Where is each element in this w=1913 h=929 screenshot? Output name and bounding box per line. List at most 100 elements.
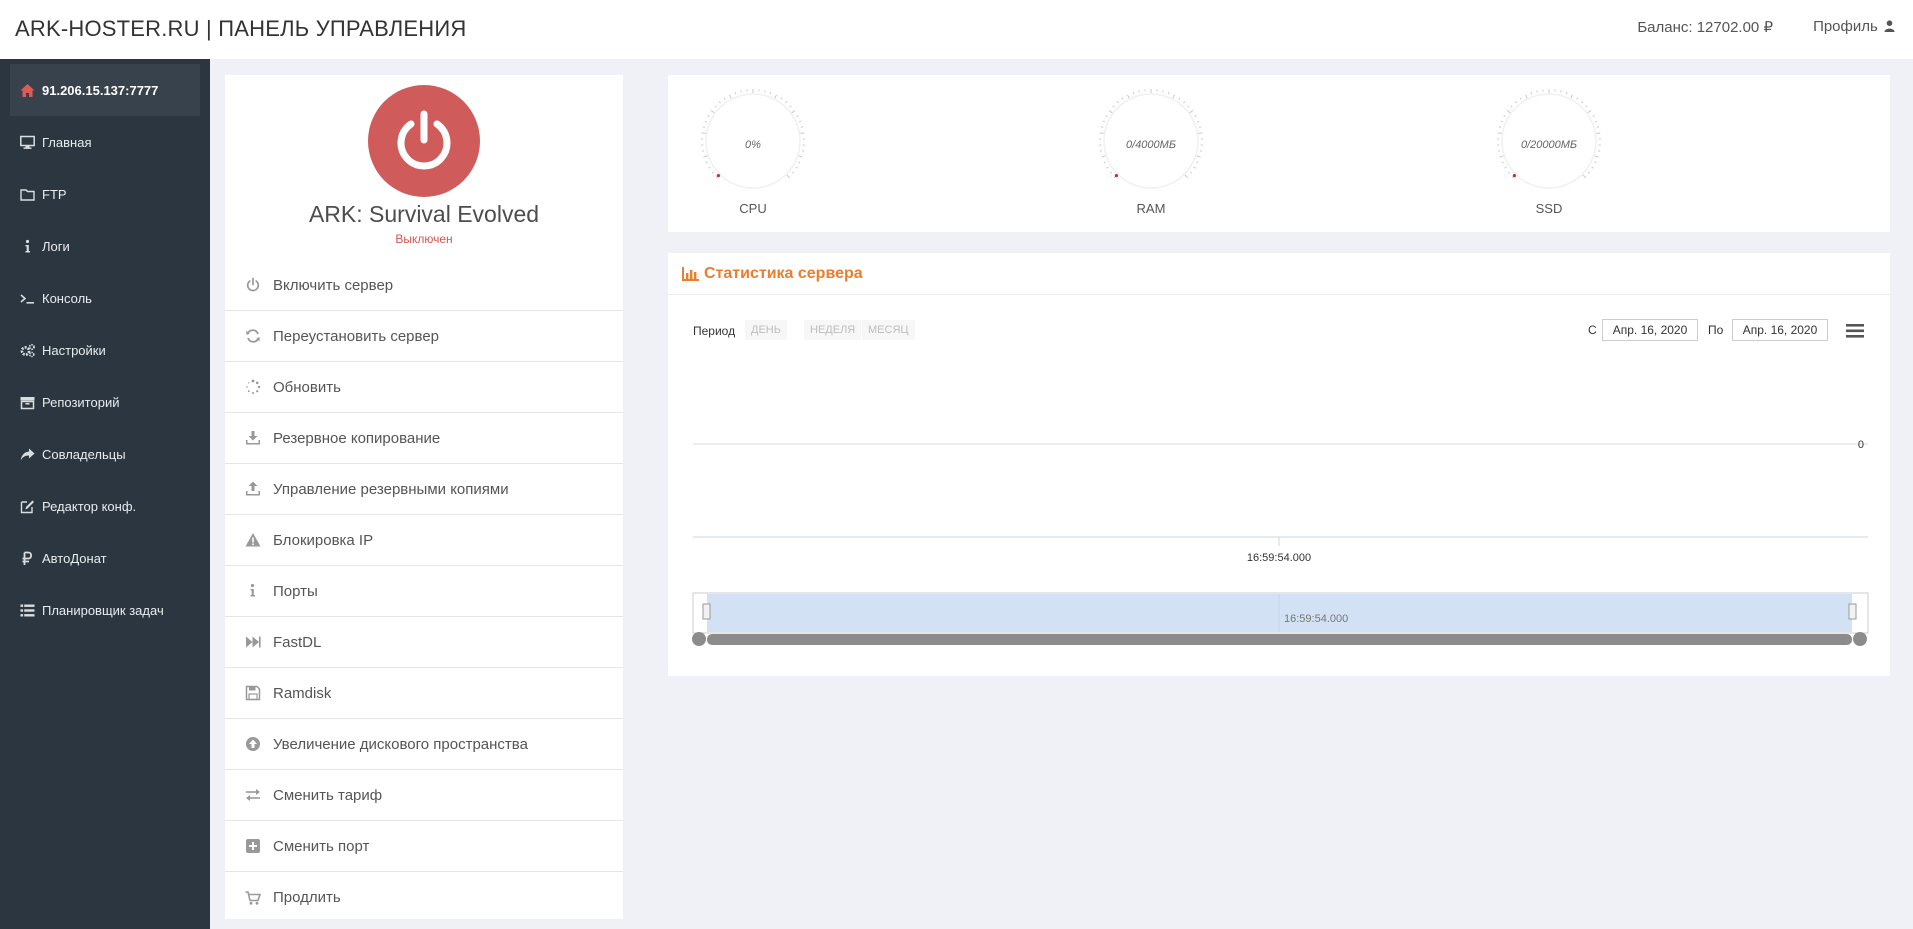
ruble-icon <box>22 551 33 565</box>
server-actions-menu: Включить сервер Переустановить сервер Об… <box>225 260 623 923</box>
menu-item-fastdl[interactable]: FastDL <box>225 617 623 668</box>
sidebar-item-home[interactable]: Главная <box>10 116 200 168</box>
resource-gauges-panel: 0% CPU 0/4000МБ RAM 0/20000МБ SSD <box>668 75 1890 232</box>
scrollbar-right-arrow[interactable] <box>1853 632 1867 646</box>
from-date-input[interactable]: Апр. 16, 2020 <box>1602 319 1698 341</box>
sidebar-item-label: АвтоДонат <box>42 550 107 566</box>
menu-item-ramdisk[interactable]: Ramdisk <box>225 668 623 719</box>
user-icon <box>1884 20 1895 32</box>
menu-item-label: Резервное копирование <box>273 429 441 447</box>
profile-menu[interactable]: Профиль <box>1813 18 1895 35</box>
gears-icon <box>20 343 35 357</box>
sidebar-item-label: 91.206.15.137:7777 <box>42 82 159 98</box>
menu-item-change-port[interactable]: Сменить порт <box>225 821 623 872</box>
sidebar-item-label: FTP <box>42 186 67 202</box>
to-label: По <box>1708 323 1724 337</box>
menu-item-renew[interactable]: Продлить <box>225 872 623 923</box>
gauge-needle <box>716 174 720 178</box>
gauge-value: 0/20000МБ <box>1520 139 1578 151</box>
menu-item-label: Управление резервными копиями <box>273 480 509 498</box>
bar-chart-icon <box>682 267 699 281</box>
stats-chart: 0 16:59:54.000 16:59:54.000 <box>692 439 1869 646</box>
menu-item-disk-space[interactable]: Увеличение дискового пространства <box>225 719 623 770</box>
info-icon <box>250 583 255 597</box>
menu-item-backup[interactable]: Резервное копирование <box>225 413 623 464</box>
menu-item-label: Продлить <box>273 889 341 906</box>
gauge-value: 0/4000МБ <box>1126 139 1176 151</box>
monitor-icon <box>20 135 35 149</box>
menu-item-label: Ramdisk <box>273 684 332 702</box>
archive-icon <box>20 396 35 409</box>
navigator-right-handle[interactable] <box>1848 603 1857 620</box>
plus-square-icon <box>246 839 260 853</box>
sidebar-item-task-scheduler[interactable]: Планировщик задач <box>10 584 200 636</box>
sidebar-item-co-owners[interactable]: Совладельцы <box>10 428 200 480</box>
sidebar-item-console[interactable]: Консоль <box>10 272 200 324</box>
gauge-label: CPU <box>739 201 767 216</box>
period-label: Период <box>693 324 736 338</box>
navigator-left-handle[interactable] <box>702 603 711 620</box>
sidebar-item-config-editor[interactable]: Редактор конф. <box>10 480 200 532</box>
stats-header: Статистика сервера <box>668 253 1890 295</box>
refresh-icon <box>246 329 260 343</box>
menu-item-ip-block[interactable]: Блокировка IP <box>225 515 623 566</box>
menu-item-label: Включить сервер <box>273 276 394 294</box>
menu-item-label: Обновить <box>273 378 341 396</box>
gauge-ssd: 0/20000МБ SSD <box>1489 85 1609 225</box>
exchange-icon <box>246 789 260 801</box>
sidebar-item-label: Логи <box>42 238 70 254</box>
top-bar: ARK-HOSTER.RU | ПАНЕЛЬ УПРАВЛЕНИЯ Баланс… <box>0 0 1913 59</box>
gauge-value: 0% <box>745 139 761 151</box>
sidebar-item-settings[interactable]: Настройки <box>10 324 200 376</box>
navigator-label: 16:59:54.000 <box>1284 613 1348 625</box>
upload-icon <box>246 481 260 496</box>
gauge-cpu: 0% CPU <box>693 85 813 225</box>
gauge-ram: 0/4000МБ RAM <box>1091 85 1211 225</box>
navigator-scrollbar[interactable] <box>707 634 1852 645</box>
sidebar-item-logs[interactable]: Логи <box>10 220 200 272</box>
menu-item-change-plan[interactable]: Сменить тариф <box>225 770 623 821</box>
to-date-input[interactable]: Апр. 16, 2020 <box>1732 319 1828 341</box>
sidebar-item-label: Главная <box>42 134 92 150</box>
gauge-label: RAM <box>1136 201 1166 216</box>
power-button[interactable] <box>368 85 480 197</box>
home-icon <box>20 83 35 97</box>
sidebar: 91.206.15.137:7777 Главная FTP Логи Конс… <box>0 59 210 929</box>
sidebar-item-repository[interactable]: Репозиторий <box>10 376 200 428</box>
period-day-button[interactable]: ДЕНЬ <box>745 320 787 340</box>
menu-item-label: Увеличение дискового пространства <box>273 735 528 753</box>
menu-item-start-server[interactable]: Включить сервер <box>225 260 623 311</box>
sidebar-item-label: Репозиторий <box>42 394 120 410</box>
sidebar-item-server-address[interactable]: 91.206.15.137:7777 <box>10 64 200 116</box>
chart-menu-icon[interactable] <box>1846 324 1864 338</box>
menu-item-manage-backups[interactable]: Управление резервными копиями <box>225 464 623 515</box>
menu-item-label: Блокировка IP <box>273 531 374 549</box>
menu-item-reinstall-server[interactable]: Переустановить сервер <box>225 311 623 362</box>
brand-title[interactable]: ARK-HOSTER.RU | ПАНЕЛЬ УПРАВЛЕНИЯ <box>15 16 467 42</box>
sidebar-item-ftp[interactable]: FTP <box>10 168 200 220</box>
gauge-needle <box>1114 174 1118 178</box>
from-label: С <box>1588 323 1597 337</box>
stats-title: Статистика сервера <box>704 265 863 282</box>
sidebar-item-auto-donate[interactable]: АвтоДонат <box>10 532 200 584</box>
sidebar-item-label: Консоль <box>42 290 92 306</box>
cart-icon <box>245 890 261 905</box>
server-stats-panel: Статистика сервера Период ДЕНЬ НЕДЕЛЯ МЕ… <box>668 253 1890 676</box>
server-status: Выключен <box>395 232 453 246</box>
sidebar-item-label: Редактор конф. <box>42 498 137 514</box>
menu-item-update[interactable]: Обновить <box>225 362 623 413</box>
menu-item-ports[interactable]: Порты <box>225 566 623 617</box>
balance-text: Баланс: 12702.00 ₽ <box>1637 19 1773 36</box>
sidebar-item-label: Настройки <box>42 342 106 358</box>
folder-icon <box>20 188 35 201</box>
sidebar-item-label: Совладельцы <box>42 446 126 462</box>
warning-icon <box>245 533 261 547</box>
power-icon <box>246 277 260 292</box>
period-month-button[interactable]: МЕСЯЦ <box>862 320 915 340</box>
gauge-label: SSD <box>1535 201 1563 216</box>
period-week-button[interactable]: НЕДЕЛЯ <box>804 320 862 340</box>
share-icon <box>20 448 35 460</box>
balance-display[interactable]: Баланс: 12702.00 ₽ <box>1637 18 1773 36</box>
gauge-needle <box>1512 174 1516 178</box>
scrollbar-left-arrow[interactable] <box>692 632 706 646</box>
